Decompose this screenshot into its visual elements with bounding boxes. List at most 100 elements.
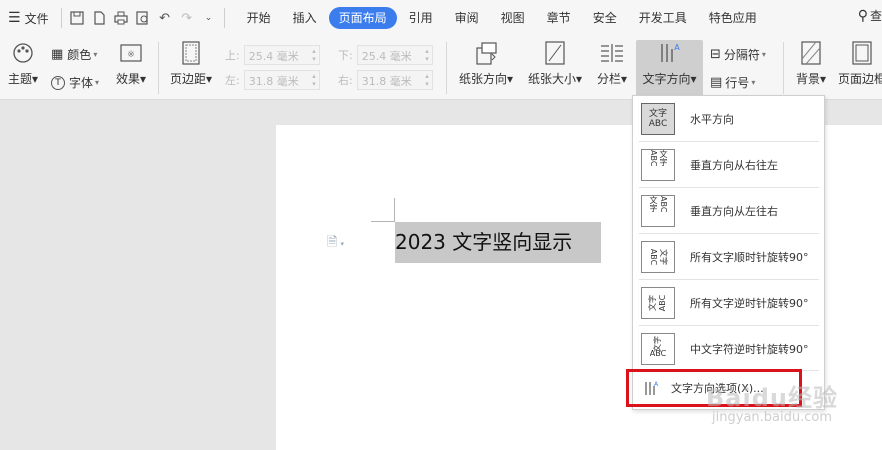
- page-layout-toolbar: 主题▾ ▦ 颜色 ▾ T 字体 ▾ ※ 效果▾ 页边距▾ 上: 25.4 毫米 ▴ ▾ …: [0, 36, 882, 100]
- text-direction-icon: A: [656, 40, 684, 66]
- font-button[interactable]: T 字体 ▾: [51, 74, 99, 91]
- undo-icon[interactable]: ↶: [154, 7, 176, 29]
- color-button[interactable]: ▦ 颜色 ▾: [51, 46, 97, 63]
- customize-toolbar-icon[interactable]: ⌄: [198, 7, 220, 29]
- svg-text:※: ※: [127, 50, 135, 60]
- tab-insert[interactable]: 插入: [283, 7, 327, 29]
- spin-arrows-icon[interactable]: ▴ ▾: [312, 72, 316, 88]
- search-icon: ⚲: [857, 7, 868, 24]
- document-icon: 🗎: [327, 235, 338, 250]
- effect-icon: ※: [117, 40, 145, 66]
- toolbar-divider: [446, 42, 447, 94]
- export-pdf-icon[interactable]: [88, 7, 110, 29]
- right-margin-value: 31.8 毫米: [361, 75, 412, 88]
- bottom-margin-field[interactable]: 下: 25.4 毫米 ▴ ▾: [338, 45, 433, 65]
- direction-option-vertical-rtl[interactable]: 文字 ABC 垂直方向从右往左: [641, 147, 821, 183]
- file-menu-button[interactable]: ☰ 文件: [0, 6, 57, 30]
- dropdown-arrow-icon: ▾: [761, 50, 766, 59]
- vertical-rtl-icon: 文字 ABC: [641, 149, 675, 181]
- direction-option-cjk-rotate-ccw[interactable]: 文字 ABC 中文字符逆时针旋转90°: [641, 331, 821, 367]
- tab-security[interactable]: 安全: [583, 7, 627, 29]
- line-number-icon: ▤: [710, 75, 723, 90]
- margin-corner-mark: [371, 221, 395, 222]
- baidu-watermark: Baidu经验: [706, 384, 838, 412]
- menu-divider: [60, 8, 62, 28]
- tab-developer[interactable]: 开发工具: [629, 7, 697, 29]
- page-margin-button[interactable]: 页边距▾: [166, 40, 216, 96]
- left-margin-field[interactable]: 左: 31.8 毫米 ▴ ▾: [225, 70, 320, 90]
- effect-label: 效果: [115, 72, 140, 86]
- menu-divider: [639, 187, 819, 188]
- direction-option-label: 所有文字顺时针旋转90°: [690, 251, 809, 264]
- background-label: 背景: [795, 72, 820, 86]
- tab-start[interactable]: 开始: [237, 7, 281, 29]
- paragraph-handle[interactable]: 🗎 ▾: [327, 233, 344, 255]
- tab-special-apps[interactable]: 特色应用: [699, 7, 767, 29]
- direction-option-horizontal[interactable]: 文字 ABC 水平方向: [641, 101, 821, 137]
- right-margin-field[interactable]: 右: 31.8 毫米 ▴ ▾: [338, 70, 433, 90]
- spin-arrows-icon[interactable]: ▴ ▾: [425, 72, 429, 88]
- menu-divider: [639, 141, 819, 142]
- dropdown-arrow-icon: ▾: [620, 72, 628, 86]
- bottom-margin-value: 25.4 毫米: [361, 50, 412, 63]
- orientation-button[interactable]: 纸张方向▾: [456, 40, 516, 96]
- dropdown-arrow-icon: ▾: [575, 72, 583, 86]
- spin-arrows-icon[interactable]: ▴ ▾: [312, 47, 316, 63]
- dropdown-arrow-icon: ▾: [340, 240, 344, 248]
- dropdown-arrow-icon: ▾: [31, 72, 39, 86]
- dropdown-arrow-icon: ▾: [506, 72, 514, 86]
- effect-button[interactable]: ※ 效果▾: [112, 40, 150, 96]
- separator-button[interactable]: ⊟ 分隔符 ▾: [710, 46, 766, 63]
- spin-arrows-icon[interactable]: ▴ ▾: [425, 47, 429, 63]
- direction-option-label: 中文字符逆时针旋转90°: [690, 343, 809, 356]
- search-label: 查: [869, 9, 882, 23]
- top-margin-field[interactable]: 上: 25.4 毫米 ▴ ▾: [225, 45, 320, 65]
- menu-divider: [639, 325, 819, 326]
- direction-option-label: 垂直方向从左往右: [690, 205, 778, 218]
- redo-icon[interactable]: ↷: [176, 7, 198, 29]
- search-button[interactable]: ⚲ 查: [858, 7, 882, 24]
- theme-button[interactable]: 主题▾: [4, 40, 42, 96]
- toolbar-divider: [158, 42, 159, 94]
- tab-references[interactable]: 引用: [399, 7, 443, 29]
- dropdown-arrow-icon: ▾: [93, 50, 98, 59]
- tab-page-layout[interactable]: 页面布局: [328, 7, 397, 29]
- separator-label: 分隔符: [723, 48, 760, 62]
- tab-review[interactable]: 审阅: [445, 7, 489, 29]
- line-number-label: 行号: [725, 76, 750, 90]
- color-label: 颜色: [67, 48, 92, 62]
- save-icon[interactable]: [66, 7, 88, 29]
- direction-option-rotate-ccw[interactable]: 文字 ABC 所有文字逆时针旋转90°: [641, 285, 821, 321]
- top-margin-input[interactable]: 25.4 毫米 ▴ ▾: [243, 45, 320, 65]
- page-border-label: 页面边框: [838, 72, 882, 86]
- hamburger-icon: ☰: [8, 10, 21, 26]
- background-button[interactable]: 背景▾: [790, 40, 832, 96]
- margin-corner-mark: [394, 198, 395, 222]
- left-margin-label: 左:: [225, 74, 240, 87]
- font-circle-icon: T: [51, 75, 65, 90]
- text-direction-label: 文字方向: [642, 72, 691, 86]
- line-number-button[interactable]: ▤ 行号 ▾: [710, 74, 755, 91]
- cjk-rotate-icon: 文字 ABC: [641, 333, 675, 365]
- file-menu-label: 文件: [24, 11, 49, 26]
- watermark-url: jingyan.baidu.com: [712, 410, 832, 425]
- bottom-margin-input[interactable]: 25.4 毫米 ▴ ▾: [356, 45, 433, 65]
- paper-size-button[interactable]: 纸张大小▾: [524, 40, 586, 96]
- direction-option-vertical-ltr[interactable]: 文字 ABC 垂直方向从左往右: [641, 193, 821, 229]
- print-preview-icon[interactable]: [132, 7, 154, 29]
- text-direction-button[interactable]: A 文字方向▾: [636, 40, 703, 96]
- columns-button[interactable]: 分栏▾: [593, 40, 631, 96]
- right-margin-input[interactable]: 31.8 毫米 ▴ ▾: [356, 70, 433, 90]
- color-grid-icon: ▦: [51, 47, 64, 62]
- direction-option-label: 所有文字逆时针旋转90°: [690, 297, 809, 310]
- left-margin-input[interactable]: 31.8 毫米 ▴ ▾: [243, 70, 320, 90]
- columns-label: 分栏: [596, 72, 621, 86]
- menu-divider: [223, 8, 225, 28]
- page-border-button[interactable]: 页面边框: [838, 40, 882, 96]
- ribbon-menu-bar: ☰ 文件 ↶ ↷ ⌄ 开始 插入 页面布局 引用 审阅 视图 章节 安全 开发工…: [0, 0, 882, 36]
- direction-option-rotate-cw[interactable]: 文字 ABC 所有文字顺时针旋转90°: [641, 239, 821, 275]
- tab-view[interactable]: 视图: [491, 7, 535, 29]
- selected-document-text[interactable]: 2023 文字竖向显示: [395, 222, 601, 263]
- tab-chapter[interactable]: 章节: [537, 7, 581, 29]
- print-icon[interactable]: [110, 7, 132, 29]
